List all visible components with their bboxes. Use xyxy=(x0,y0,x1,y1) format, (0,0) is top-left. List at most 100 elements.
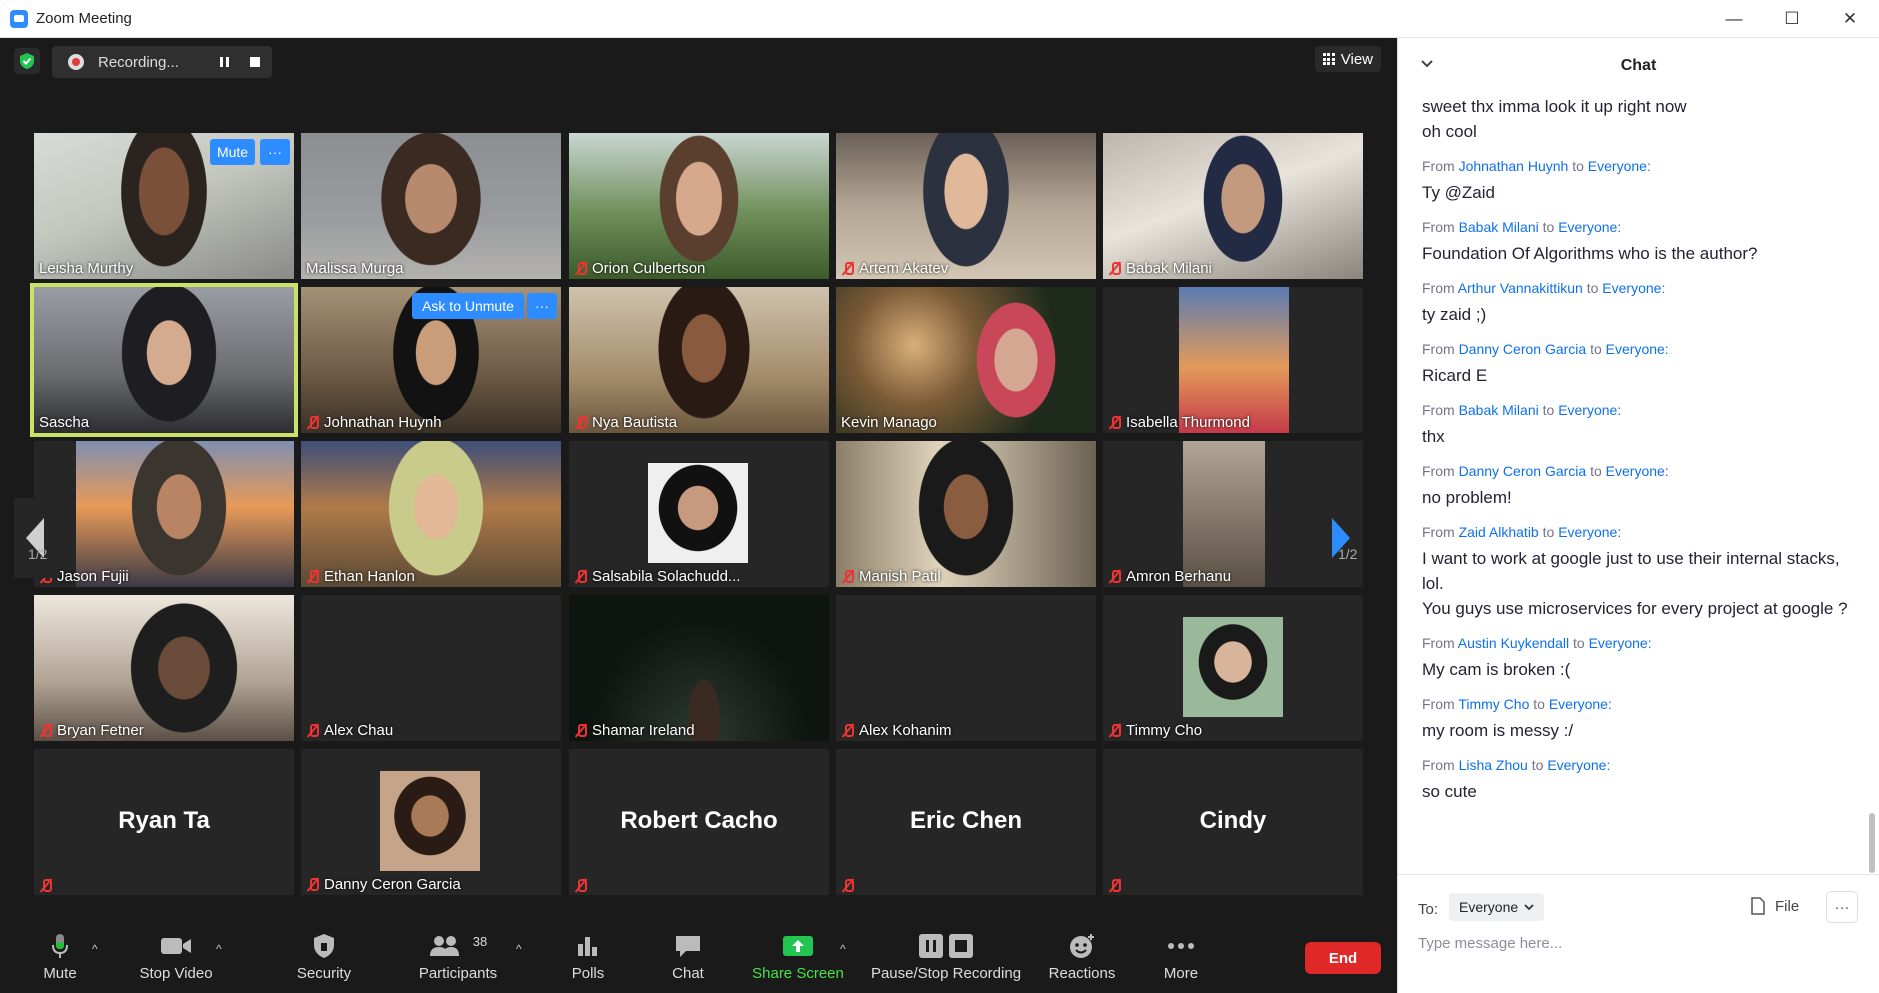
participants-button[interactable]: 38 Participants xyxy=(410,920,506,993)
participants-options-chevron-icon[interactable]: ^ xyxy=(516,942,522,956)
chat-recipient[interactable]: Everyone: xyxy=(1558,219,1621,235)
chat-sender[interactable]: Zaid Alkhatib xyxy=(1459,524,1539,540)
security-button[interactable]: Security xyxy=(288,920,360,993)
more-button[interactable]: More xyxy=(1158,920,1204,993)
participant-name: Bryan Fetner xyxy=(39,722,144,739)
view-button[interactable]: View xyxy=(1314,46,1381,72)
chat-recipient[interactable]: Everyone: xyxy=(1606,341,1669,357)
chat-recipient[interactable]: Everyone: xyxy=(1558,402,1621,418)
close-button[interactable]: ✕ xyxy=(1821,0,1879,38)
recording-dot-icon xyxy=(68,54,84,70)
chat-sender[interactable]: Babak Milani xyxy=(1459,219,1539,235)
video-tile[interactable]: Jason Fujii xyxy=(34,441,294,587)
chat-sender[interactable]: Johnathan Huynh xyxy=(1459,158,1569,174)
chat-sender[interactable]: Timmy Cho xyxy=(1458,696,1529,712)
video-tile[interactable]: Artem Akatev xyxy=(836,133,1096,279)
participant-video xyxy=(649,287,759,433)
chat-button[interactable]: Chat xyxy=(666,920,710,993)
video-tile[interactable]: Orion Culbertson xyxy=(569,133,829,279)
mic-muted-icon xyxy=(574,878,587,893)
chat-messages[interactable]: sweet thx imma look it up right now oh c… xyxy=(1398,94,1865,874)
participant-video xyxy=(1179,287,1289,433)
mic-muted-icon xyxy=(306,877,319,892)
chat-recipient[interactable]: Everyone: xyxy=(1549,696,1612,712)
polls-button[interactable]: Polls xyxy=(566,920,610,993)
chat-message-header: From Austin Kuykendall to Everyone: xyxy=(1422,635,1865,651)
pause-stop-recording-button[interactable]: Pause/Stop Recording xyxy=(868,920,1024,993)
more-label: More xyxy=(1163,965,1199,982)
video-tile[interactable]: Ethan Hanlon xyxy=(301,441,561,587)
security-shield-icon[interactable] xyxy=(14,48,40,74)
chat-sender[interactable]: Danny Ceron Garcia xyxy=(1459,463,1587,479)
video-tile-active-speaker[interactable]: Sascha xyxy=(30,283,298,437)
video-tile[interactable]: Malissa Murga xyxy=(301,133,561,279)
chat-more-button[interactable]: ··· xyxy=(1826,891,1858,923)
recipient-select[interactable]: Everyone xyxy=(1449,893,1545,921)
participant-video xyxy=(381,441,491,587)
participant-name: Artem Akatev xyxy=(841,260,948,277)
chat-recipient[interactable]: Everyone: xyxy=(1589,635,1652,651)
next-page-button[interactable] xyxy=(1322,498,1362,578)
stop-video-button[interactable]: Stop Video xyxy=(134,920,218,993)
chat-message-text: You guys use microservices for every pro… xyxy=(1422,599,1848,618)
pause-recording-icon[interactable] xyxy=(212,49,238,75)
mute-participant-button[interactable]: Mute xyxy=(210,139,255,165)
video-tile[interactable]: Kevin Manago xyxy=(836,287,1096,433)
video-options-chevron-icon[interactable]: ^ xyxy=(216,942,222,956)
video-tile[interactable]: Salsabila Solachudd... xyxy=(569,441,829,587)
tile-more-button[interactable]: ··· xyxy=(260,139,290,165)
tile-more-button[interactable]: ··· xyxy=(527,293,557,319)
chat-recipient[interactable]: Everyone: xyxy=(1606,463,1669,479)
video-tile[interactable]: Eric Chen xyxy=(836,749,1096,895)
participant-name-large: Robert Cacho xyxy=(620,807,778,834)
video-tile[interactable]: Ask to Unmute ··· Johnathan Huynh xyxy=(301,287,561,433)
mute-button[interactable]: Mute xyxy=(38,920,82,993)
prev-page-button[interactable] xyxy=(14,498,54,578)
file-button[interactable]: File xyxy=(1751,897,1799,915)
from-word: From xyxy=(1422,280,1455,296)
participant-video xyxy=(654,595,754,741)
end-meeting-button[interactable]: End xyxy=(1305,942,1381,974)
mic-muted-icon xyxy=(39,723,52,738)
maximize-button[interactable]: ☐ xyxy=(1763,0,1821,38)
chat-message-header: From Danny Ceron Garcia to Everyone: xyxy=(1422,463,1865,479)
share-options-chevron-icon[interactable]: ^ xyxy=(840,942,846,956)
chevron-down-icon[interactable] xyxy=(1420,56,1434,72)
minimize-button[interactable]: — xyxy=(1705,0,1763,38)
participant-name: Nya Bautista xyxy=(574,414,677,431)
chat-recipient[interactable]: Everyone: xyxy=(1602,280,1665,296)
chat-recipient[interactable]: Everyone: xyxy=(1588,158,1651,174)
from-word: From xyxy=(1422,219,1455,235)
chat-message-input[interactable] xyxy=(1418,935,1838,952)
video-tile[interactable]: Cindy xyxy=(1103,749,1363,895)
chat-recipient[interactable]: Everyone: xyxy=(1547,757,1610,773)
grid-view-icon xyxy=(1322,53,1335,65)
audio-options-chevron-icon[interactable]: ^ xyxy=(92,942,98,956)
video-tile[interactable]: Bryan Fetner xyxy=(34,595,294,741)
chat-scrollbar[interactable] xyxy=(1869,813,1875,873)
share-screen-button[interactable]: Share Screen xyxy=(752,920,844,993)
stop-recording-icon[interactable] xyxy=(242,49,268,75)
chevron-left-icon xyxy=(26,518,44,558)
video-tile[interactable]: Timmy Cho xyxy=(1103,595,1363,741)
video-tile[interactable]: Babak Milani xyxy=(1103,133,1363,279)
chat-sender[interactable]: Arthur Vannakittikun xyxy=(1458,280,1583,296)
video-tile[interactable]: Mute ··· Leisha Murthy xyxy=(34,133,294,279)
video-tile[interactable]: Danny Ceron Garcia xyxy=(301,749,561,895)
video-tile[interactable]: Alex Chau xyxy=(301,595,561,741)
video-tile[interactable]: Ryan Ta xyxy=(34,749,294,895)
reactions-button[interactable]: Reactions xyxy=(1046,920,1118,993)
video-tile[interactable]: Robert Cacho xyxy=(569,749,829,895)
video-tile[interactable]: Alex Kohanim xyxy=(836,595,1096,741)
mic-muted-icon xyxy=(574,569,587,584)
chat-sender[interactable]: Danny Ceron Garcia xyxy=(1459,341,1587,357)
chat-sender[interactable]: Lisha Zhou xyxy=(1459,757,1528,773)
video-tile[interactable]: Manish Patil xyxy=(836,441,1096,587)
chat-sender[interactable]: Austin Kuykendall xyxy=(1458,635,1569,651)
ask-to-unmute-button[interactable]: Ask to Unmute xyxy=(412,293,524,319)
video-tile[interactable]: Nya Bautista xyxy=(569,287,829,433)
chat-recipient[interactable]: Everyone: xyxy=(1558,524,1621,540)
chat-sender[interactable]: Babak Milani xyxy=(1459,402,1539,418)
video-tile[interactable]: Isabella Thurmond xyxy=(1103,287,1363,433)
video-tile[interactable]: Shamar Ireland xyxy=(569,595,829,741)
